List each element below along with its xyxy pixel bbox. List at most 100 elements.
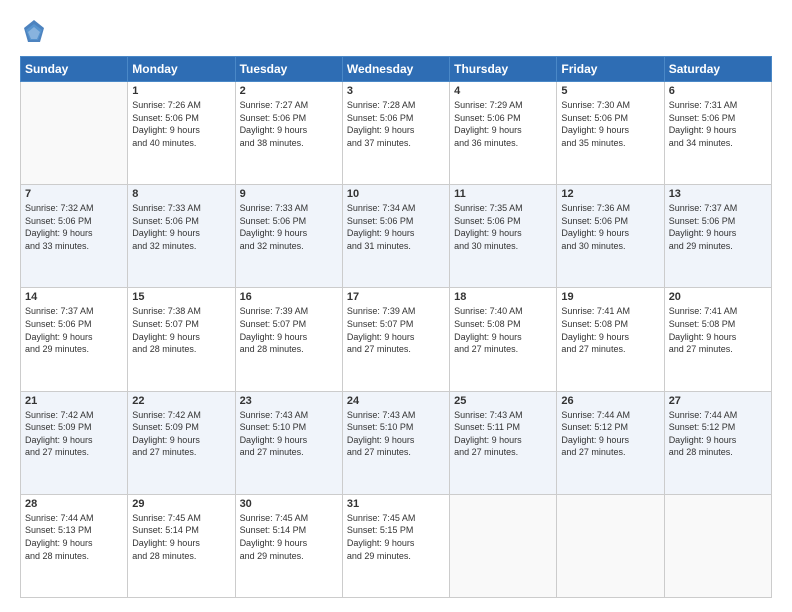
calendar-day-cell: 31Sunrise: 7:45 AM Sunset: 5:15 PM Dayli… [342,494,449,597]
calendar-day-cell: 8 Sunrise: 7:33 AM Sunset: 5:06 PM Daylig… [128,185,235,288]
calendar-day-cell: 24 Sunrise: 7:43 AM Sunset: 5:10 PM Dayli… [342,391,449,494]
day-number: 6 [669,85,767,97]
day-number: 24 [347,395,445,407]
day-info: Sunrise: 7:29 AM Sunset: 5:06 PM Dayligh… [454,99,552,149]
day-number: 26 [561,395,659,407]
day-number: 4 [454,85,552,97]
day-number: 28 [25,498,123,510]
calendar-day-cell: 30 Sunrise: 7:45 AM Sunset: 5:14 PM Dayli… [235,494,342,597]
day-number: 7 [25,188,123,200]
calendar-col-header: Thursday [450,57,557,82]
day-number: 5 [561,85,659,97]
day-number: 3 [347,85,445,97]
day-info: Sunrise: 7:42 AM Sunset: 5:09 PM Dayligh… [25,409,123,459]
calendar-day-cell: 23 Sunrise: 7:43 AM Sunset: 5:10 PM Dayli… [235,391,342,494]
calendar-day-cell: 27 Sunrise: 7:44 AM Sunset: 5:12 PM Dayli… [664,391,771,494]
calendar-day-cell: 25Sunrise: 7:43 AM Sunset: 5:11 PM Dayli… [450,391,557,494]
day-number: 8 [132,188,230,200]
calendar-day-cell: 22 Sunrise: 7:42 AM Sunset: 5:09 PM Dayli… [128,391,235,494]
day-info: Sunrise: 7:43 AM Sunset: 5:10 PM Dayligh… [347,409,445,459]
day-info: Sunrise: 7:33 AM Sunset: 5:06 PM Dayligh… [132,202,230,252]
day-number: 18 [454,291,552,303]
calendar-day-cell: 2 Sunrise: 7:27 AM Sunset: 5:06 PM Daylig… [235,82,342,185]
day-number: 20 [669,291,767,303]
day-number: 22 [132,395,230,407]
day-number: 2 [240,85,338,97]
header [20,18,772,46]
day-info: Sunrise: 7:39 AM Sunset: 5:07 PM Dayligh… [240,305,338,355]
calendar-col-header: Sunday [21,57,128,82]
calendar-day-cell: 20 Sunrise: 7:41 AM Sunset: 5:08 PM Dayli… [664,288,771,391]
day-number: 16 [240,291,338,303]
calendar-week-row: 14Sunrise: 7:37 AM Sunset: 5:06 PM Dayli… [21,288,772,391]
day-number: 25 [454,395,552,407]
calendar-col-header: Friday [557,57,664,82]
calendar-day-cell: 28 Sunrise: 7:44 AM Sunset: 5:13 PM Dayli… [21,494,128,597]
day-info: Sunrise: 7:34 AM Sunset: 5:06 PM Dayligh… [347,202,445,252]
calendar-day-cell [21,82,128,185]
calendar-col-header: Monday [128,57,235,82]
day-number: 17 [347,291,445,303]
logo-icon [20,18,48,46]
day-info: Sunrise: 7:44 AM Sunset: 5:12 PM Dayligh… [561,409,659,459]
calendar-day-cell: 12Sunrise: 7:36 AM Sunset: 5:06 PM Dayli… [557,185,664,288]
day-number: 12 [561,188,659,200]
day-number: 1 [132,85,230,97]
calendar-day-cell: 6 Sunrise: 7:31 AM Sunset: 5:06 PM Daylig… [664,82,771,185]
calendar-day-cell: 3Sunrise: 7:28 AM Sunset: 5:06 PM Daylig… [342,82,449,185]
day-info: Sunrise: 7:40 AM Sunset: 5:08 PM Dayligh… [454,305,552,355]
calendar-header-row: SundayMondayTuesdayWednesdayThursdayFrid… [21,57,772,82]
calendar-day-cell: 4 Sunrise: 7:29 AM Sunset: 5:06 PM Daylig… [450,82,557,185]
day-info: Sunrise: 7:35 AM Sunset: 5:06 PM Dayligh… [454,202,552,252]
logo [20,18,52,46]
page: SundayMondayTuesdayWednesdayThursdayFrid… [0,0,792,612]
day-info: Sunrise: 7:33 AM Sunset: 5:06 PM Dayligh… [240,202,338,252]
calendar-day-cell: 17 Sunrise: 7:39 AM Sunset: 5:07 PM Dayli… [342,288,449,391]
day-info: Sunrise: 7:31 AM Sunset: 5:06 PM Dayligh… [669,99,767,149]
calendar-day-cell: 5 Sunrise: 7:30 AM Sunset: 5:06 PM Daylig… [557,82,664,185]
day-number: 13 [669,188,767,200]
calendar-day-cell: 11 Sunrise: 7:35 AM Sunset: 5:06 PM Dayli… [450,185,557,288]
day-info: Sunrise: 7:44 AM Sunset: 5:13 PM Dayligh… [25,512,123,562]
day-info: Sunrise: 7:45 AM Sunset: 5:14 PM Dayligh… [240,512,338,562]
day-number: 15 [132,291,230,303]
calendar-day-cell: 7 Sunrise: 7:32 AM Sunset: 5:06 PM Daylig… [21,185,128,288]
day-info: Sunrise: 7:26 AM Sunset: 5:06 PM Dayligh… [132,99,230,149]
day-info: Sunrise: 7:43 AM Sunset: 5:10 PM Dayligh… [240,409,338,459]
calendar-day-cell [450,494,557,597]
day-info: Sunrise: 7:41 AM Sunset: 5:08 PM Dayligh… [669,305,767,355]
day-number: 11 [454,188,552,200]
day-info: Sunrise: 7:30 AM Sunset: 5:06 PM Dayligh… [561,99,659,149]
calendar-day-cell [557,494,664,597]
calendar-col-header: Tuesday [235,57,342,82]
calendar-col-header: Wednesday [342,57,449,82]
day-number: 21 [25,395,123,407]
calendar-day-cell: 1 Sunrise: 7:26 AM Sunset: 5:06 PM Daylig… [128,82,235,185]
day-info: Sunrise: 7:45 AM Sunset: 5:14 PM Dayligh… [132,512,230,562]
calendar-day-cell: 9 Sunrise: 7:33 AM Sunset: 5:06 PM Daylig… [235,185,342,288]
day-info: Sunrise: 7:39 AM Sunset: 5:07 PM Dayligh… [347,305,445,355]
day-number: 10 [347,188,445,200]
calendar-day-cell: 10 Sunrise: 7:34 AM Sunset: 5:06 PM Dayli… [342,185,449,288]
day-number: 9 [240,188,338,200]
day-number: 30 [240,498,338,510]
calendar-day-cell: 29Sunrise: 7:45 AM Sunset: 5:14 PM Dayli… [128,494,235,597]
calendar-table: SundayMondayTuesdayWednesdayThursdayFrid… [20,56,772,598]
calendar-day-cell: 13 Sunrise: 7:37 AM Sunset: 5:06 PM Dayli… [664,185,771,288]
day-number: 27 [669,395,767,407]
calendar-day-cell: 16 Sunrise: 7:39 AM Sunset: 5:07 PM Dayli… [235,288,342,391]
calendar-day-cell: 14Sunrise: 7:37 AM Sunset: 5:06 PM Dayli… [21,288,128,391]
calendar-day-cell: 18 Sunrise: 7:40 AM Sunset: 5:08 PM Dayli… [450,288,557,391]
day-number: 23 [240,395,338,407]
calendar-day-cell: 19Sunrise: 7:41 AM Sunset: 5:08 PM Dayli… [557,288,664,391]
day-info: Sunrise: 7:38 AM Sunset: 5:07 PM Dayligh… [132,305,230,355]
day-info: Sunrise: 7:42 AM Sunset: 5:09 PM Dayligh… [132,409,230,459]
day-info: Sunrise: 7:44 AM Sunset: 5:12 PM Dayligh… [669,409,767,459]
calendar-week-row: 21 Sunrise: 7:42 AM Sunset: 5:09 PM Dayli… [21,391,772,494]
day-number: 14 [25,291,123,303]
calendar-day-cell: 21 Sunrise: 7:42 AM Sunset: 5:09 PM Dayli… [21,391,128,494]
day-number: 31 [347,498,445,510]
day-info: Sunrise: 7:32 AM Sunset: 5:06 PM Dayligh… [25,202,123,252]
day-info: Sunrise: 7:27 AM Sunset: 5:06 PM Dayligh… [240,99,338,149]
day-info: Sunrise: 7:37 AM Sunset: 5:06 PM Dayligh… [669,202,767,252]
